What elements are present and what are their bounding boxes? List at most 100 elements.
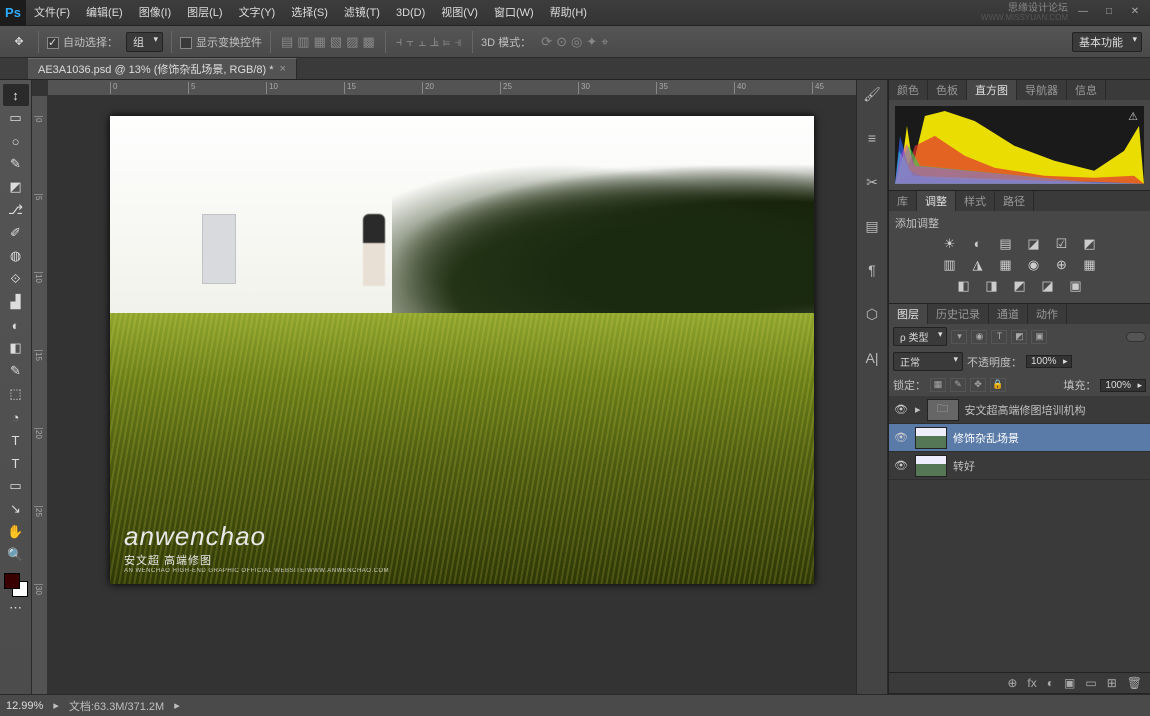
tool-crop[interactable]: ◩ (3, 176, 29, 198)
adjust-row-1[interactable]: ☀◐▤◪☑◩ (895, 236, 1144, 252)
dock-properties-icon[interactable]: ▤ (862, 218, 882, 238)
dock-3d-icon[interactable]: ⬡ (862, 306, 882, 326)
dock-character-icon[interactable]: A| (862, 350, 882, 370)
layer-name[interactable]: 修饰杂乱场景 (953, 430, 1019, 446)
menu-window[interactable]: 窗口(W) (486, 0, 542, 26)
layer-filter-toggle[interactable] (1126, 332, 1146, 342)
new-layer-icon[interactable]: ⊞ (1107, 676, 1117, 690)
color-swatches[interactable] (4, 573, 28, 597)
delete-layer-icon[interactable]: 🗑 (1127, 676, 1142, 690)
arrow-icon[interactable]: ▸ (53, 699, 59, 712)
layer-filter-dropdown[interactable]: ρ 类型 (893, 327, 947, 346)
tool-dodge[interactable]: ⬚ (3, 383, 29, 405)
arrow-icon[interactable]: ▸ (174, 699, 180, 712)
auto-select-checkbox[interactable]: 自动选择： (47, 34, 118, 50)
link-layers-icon[interactable]: ⊕ (1007, 676, 1017, 690)
menu-select[interactable]: 选择(S) (283, 0, 336, 26)
dock-paragraph-icon[interactable]: ¶ (862, 262, 882, 282)
tab-adjustments[interactable]: 调整 (917, 191, 956, 211)
canvas-area[interactable]: 051015202530354045 051015202530 anwencha… (32, 80, 856, 694)
tab-library[interactable]: 库 (889, 191, 917, 211)
zoom-value[interactable]: 12.99% (6, 700, 43, 712)
tool-eyedropper[interactable]: ⎇ (3, 199, 29, 221)
tool-shape[interactable]: ▭ (3, 475, 29, 497)
tool-healing[interactable]: ✐ (3, 222, 29, 244)
menu-filter[interactable]: 滤镜(T) (336, 0, 388, 26)
tab-actions[interactable]: 动作 (1028, 304, 1067, 324)
expand-icon[interactable]: ▸ (915, 403, 921, 416)
tab-histogram[interactable]: 直方图 (967, 80, 1017, 100)
menu-layer[interactable]: 图层(L) (179, 0, 230, 26)
tool-path[interactable]: T (3, 452, 29, 474)
layer-filter-icons[interactable]: ▾◉T◩▣ (951, 330, 1047, 344)
blend-mode-dropdown[interactable]: 正常 (893, 352, 963, 371)
tab-paths[interactable]: 路径 (995, 191, 1034, 211)
tool-zoom[interactable]: ✋ (3, 521, 29, 543)
tool-stamp[interactable]: ⟐ (3, 268, 29, 290)
tool-blur[interactable]: ✎ (3, 360, 29, 382)
tool-lasso[interactable]: ○ (3, 130, 29, 152)
dock-brush-icon[interactable]: 🖌 (862, 86, 882, 106)
tool-pen[interactable]: ◔ (3, 406, 29, 428)
fx-icon[interactable]: fx (1027, 676, 1036, 690)
tab-channels[interactable]: 通道 (989, 304, 1028, 324)
dock-clone-icon[interactable]: ✂ (862, 174, 882, 194)
layer-row-group[interactable]: 👁 ▸ 🗀 安文超高端修图培训机构 (889, 396, 1150, 424)
tool-eraser[interactable]: ◐ (3, 314, 29, 336)
tool-quickmask[interactable]: ⋯ (3, 597, 29, 619)
tool-type[interactable]: T (3, 429, 29, 451)
visibility-toggle[interactable]: 👁 (893, 459, 909, 472)
distribute-icons[interactable]: ⫞⫟⫠⫡⫢⫣ (394, 34, 464, 50)
visibility-toggle[interactable]: 👁 (893, 403, 909, 416)
adjust-row-3[interactable]: ◧◨◩◪▣ (895, 278, 1144, 294)
maximize-button[interactable]: □ (1098, 6, 1120, 20)
tool-history-brush[interactable]: ▟ (3, 291, 29, 313)
document-canvas[interactable]: anwenchao 安文超 高端修图 AN WENCHAO HIGH-END G… (110, 116, 814, 584)
menu-image[interactable]: 图像(I) (131, 0, 179, 26)
visibility-toggle[interactable]: 👁 (893, 431, 909, 444)
auto-select-dropdown[interactable]: 组 (126, 32, 163, 52)
tab-layers[interactable]: 图层 (889, 304, 928, 324)
tool-hand[interactable]: ↘ (3, 498, 29, 520)
tool-more[interactable]: 🔍 (3, 544, 29, 566)
menu-3d[interactable]: 3D(D) (388, 0, 433, 26)
align-icons[interactable]: ▤▥▦▧▨▩ (279, 34, 377, 50)
histogram-warning-icon[interactable]: ⚠ (1128, 110, 1138, 123)
lock-icons[interactable]: ▦✎✥🔒 (930, 378, 1006, 392)
tab-close-icon[interactable]: × (280, 63, 286, 75)
menu-help[interactable]: 帮助(H) (542, 0, 595, 26)
tool-gradient[interactable]: ◧ (3, 337, 29, 359)
opacity-input[interactable]: 100% (1026, 355, 1072, 368)
3d-mode-icons[interactable]: ⟳⊙◎✦⌖ (539, 34, 610, 50)
tool-marquee[interactable]: ▭ (3, 107, 29, 129)
mask-icon[interactable]: ◐ (1047, 676, 1054, 690)
menu-view[interactable]: 视图(V) (433, 0, 486, 26)
workspace-dropdown[interactable]: 基本功能 (1072, 32, 1142, 52)
tab-styles[interactable]: 样式 (956, 191, 995, 211)
adjust-row-2[interactable]: ▥◮▦◉⊕▦ (895, 257, 1144, 273)
adjustment-layer-icon[interactable]: ▣ (1064, 676, 1075, 690)
menu-file[interactable]: 文件(F) (26, 0, 78, 26)
group-icon[interactable]: ▭ (1085, 676, 1096, 690)
tool-brush[interactable]: ◍ (3, 245, 29, 267)
layer-row-selected[interactable]: 👁 修饰杂乱场景 (889, 424, 1150, 452)
document-tab[interactable]: AE3A1036.psd @ 13% (修饰杂乱场景, RGB/8) * × (28, 58, 297, 79)
fill-input[interactable]: 100% (1100, 379, 1146, 392)
layer-name[interactable]: 安文超高端修图培训机构 (965, 402, 1086, 418)
tab-history[interactable]: 历史记录 (928, 304, 989, 324)
show-transform-checkbox[interactable]: 显示变换控件 (180, 34, 262, 50)
dock-brushpresets-icon[interactable]: ≡ (862, 130, 882, 150)
tool-quick-select[interactable]: ✎ (3, 153, 29, 175)
minimize-button[interactable]: — (1072, 6, 1094, 20)
layer-name[interactable]: 转好 (953, 458, 975, 474)
document-info[interactable]: 文档:63.3M/371.2M (69, 698, 164, 714)
tab-navigator[interactable]: 导航器 (1017, 80, 1067, 100)
tab-swatches[interactable]: 色板 (928, 80, 967, 100)
tool-move[interactable]: ↕ (3, 84, 29, 106)
layer-row[interactable]: 👁 转好 (889, 452, 1150, 480)
tab-info[interactable]: 信息 (1067, 80, 1106, 100)
tab-color[interactable]: 颜色 (889, 80, 928, 100)
menu-type[interactable]: 文字(Y) (231, 0, 284, 26)
close-button[interactable]: ✕ (1124, 6, 1146, 20)
menu-edit[interactable]: 编辑(E) (78, 0, 131, 26)
